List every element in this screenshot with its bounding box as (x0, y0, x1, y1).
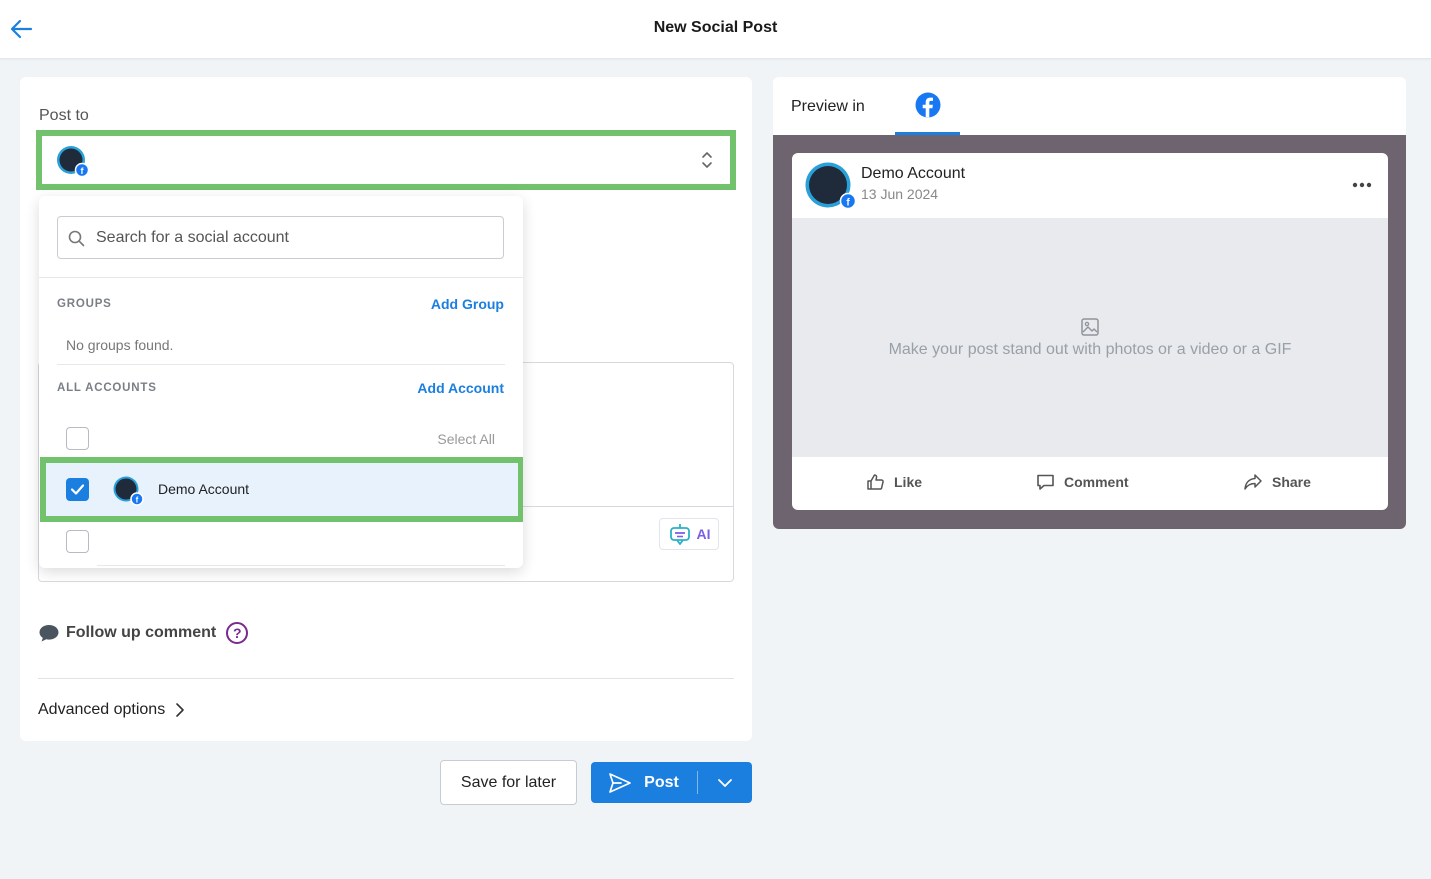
post-date: 13 Jun 2024 (861, 186, 939, 202)
post-label: Post (644, 773, 679, 791)
account-select[interactable]: f (42, 136, 730, 184)
account-dropdown: GROUPS Add Group No groups found. ALL AC… (39, 196, 523, 568)
post-button[interactable]: Post (591, 762, 696, 803)
account-checkbox-checked[interactable] (66, 478, 89, 501)
preview-card: Preview in f Demo Account 13 Jun 2024 Ma… (773, 77, 1406, 529)
follow-up-comment[interactable]: Follow up comment ? (38, 622, 249, 644)
list-item-divider (97, 565, 505, 566)
checkmark-icon (70, 484, 85, 495)
chevron-up-down-icon (700, 149, 714, 176)
post-actions: Like Comment Share (792, 457, 1388, 510)
speech-bubble-icon (39, 625, 59, 642)
groups-title: GROUPS (57, 298, 112, 310)
help-icon[interactable]: ? (226, 622, 249, 644)
select-all-label[interactable]: Select All (437, 431, 495, 447)
add-account-link[interactable]: Add Account (417, 380, 504, 396)
share-icon (1244, 474, 1262, 490)
media-prompt: Make your post stand out with photos or … (888, 341, 1292, 358)
page-title: New Social Post (653, 19, 778, 36)
preview-area: f Demo Account 13 Jun 2024 Make your pos… (773, 135, 1406, 529)
preview-label: Preview in (791, 98, 865, 115)
post-avatar: f (805, 162, 859, 215)
comment-icon (1037, 474, 1054, 490)
facebook-icon (915, 92, 941, 118)
account-select-highlight: f (36, 130, 736, 190)
selected-account-avatar: f (56, 145, 92, 184)
comment-label: Comment (1064, 474, 1129, 490)
more-options-icon[interactable] (1352, 175, 1372, 193)
image-icon (1080, 317, 1100, 342)
chevron-down-icon (718, 778, 732, 787)
comment-action[interactable]: Comment (1036, 473, 1129, 491)
save-for-later-button[interactable]: Save for later (440, 760, 577, 805)
ai-assistant-button[interactable]: AI (659, 518, 719, 550)
advanced-options-label: Advanced options (38, 701, 166, 718)
post-account-name: Demo Account (861, 165, 966, 182)
follow-up-label: Follow up comment (66, 624, 217, 641)
chevron-right-icon (176, 703, 185, 717)
account-name: Demo Account (158, 481, 250, 497)
thumbs-up-icon (867, 474, 884, 490)
account-avatar: f (112, 476, 146, 511)
top-bar: New Social Post (0, 0, 1431, 59)
media-placeholder[interactable]: Make your post stand out with photos or … (792, 218, 1388, 457)
advanced-options-toggle[interactable]: Advanced options (38, 701, 185, 719)
ai-label: AI (696, 526, 711, 542)
all-accounts-title: ALL ACCOUNTS (57, 382, 157, 394)
facebook-post-preview: f Demo Account 13 Jun 2024 Make your pos… (792, 153, 1388, 510)
send-icon (609, 772, 632, 793)
post-options-dropdown[interactable] (698, 762, 752, 803)
select-all-checkbox[interactable] (66, 427, 89, 450)
account-checkbox[interactable] (66, 530, 89, 553)
share-label: Share (1272, 474, 1311, 490)
dropdown-divider (39, 277, 523, 278)
share-action[interactable]: Share (1243, 473, 1311, 491)
search-icon (68, 230, 85, 252)
search-box[interactable] (57, 216, 504, 259)
post-button-group: Post (591, 762, 752, 803)
no-groups-text: No groups found. (66, 337, 174, 353)
robot-icon (669, 524, 690, 545)
search-input[interactable] (96, 217, 496, 258)
svg-text:f: f (136, 496, 139, 505)
section-divider (38, 678, 734, 679)
tab-facebook[interactable] (895, 77, 960, 135)
like-label: Like (894, 474, 923, 490)
add-group-link[interactable]: Add Group (431, 296, 504, 312)
like-action[interactable]: Like (866, 473, 922, 491)
account-row-demo[interactable]: f Demo Account (40, 457, 523, 522)
dropdown-divider (57, 364, 505, 365)
post-to-label: Post to (39, 107, 89, 124)
